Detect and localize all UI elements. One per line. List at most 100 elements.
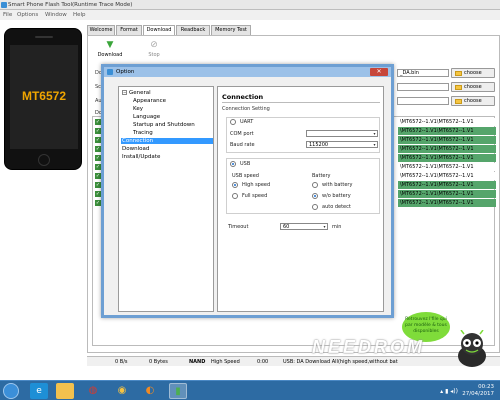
table-row: \MT6572--1.V1\MT6572--1.V1 bbox=[398, 172, 496, 180]
high-speed-radio[interactable] bbox=[232, 182, 238, 188]
da-path-field[interactable]: _DA.bin bbox=[397, 69, 449, 77]
status-rate: 0 B/s bbox=[115, 359, 128, 365]
chevron-down-icon: ▾ bbox=[373, 131, 376, 136]
folder-icon bbox=[455, 85, 462, 90]
menu-window[interactable]: Window bbox=[45, 12, 67, 18]
page-title: Connection bbox=[222, 93, 264, 101]
wo-battery-radio[interactable] bbox=[312, 193, 318, 199]
section-title: Connection Setting bbox=[222, 106, 270, 112]
download-button[interactable]: ▼ Download bbox=[97, 40, 123, 58]
tree-item-install-update[interactable]: Install/Update bbox=[122, 154, 160, 160]
menu-file[interactable]: File bbox=[3, 12, 12, 18]
android-mascot-icon bbox=[458, 330, 486, 367]
tree-item-language[interactable]: Language bbox=[133, 114, 160, 120]
table-row: \MT6572--1.V1\MT6572--1.V1 bbox=[398, 127, 496, 135]
app-icon bbox=[1, 2, 7, 8]
wo-battery-label: w/o battery bbox=[322, 193, 351, 199]
stop-icon: ⊘ bbox=[150, 40, 158, 50]
uart-label: UART bbox=[240, 119, 254, 125]
close-button[interactable]: ✕ bbox=[370, 68, 388, 76]
tree-item-startup[interactable]: Startup and Shutdown bbox=[133, 122, 195, 128]
watermark-logo: NEEDROM bbox=[312, 337, 426, 357]
phone-home-button bbox=[38, 154, 50, 166]
tree-item-general[interactable]: − General bbox=[122, 90, 151, 96]
clock[interactable]: 00:23 27/04/2017 bbox=[462, 384, 494, 398]
menu-help[interactable]: Help bbox=[73, 12, 86, 18]
table-row: \MT6572--1.V1\MT6572--1.V1 bbox=[398, 163, 496, 171]
choose-scatter-button[interactable]: choose bbox=[451, 82, 495, 92]
scatter-path-field[interactable] bbox=[397, 83, 449, 91]
auth-path-field[interactable] bbox=[397, 97, 449, 105]
table-row: \MT6572--1.V1\MT6572--1.V1 bbox=[398, 199, 496, 207]
timeout-unit: min bbox=[332, 224, 342, 230]
tree-item-download[interactable]: Download bbox=[122, 146, 149, 152]
connection-page: Connection Connection Setting UART COM p… bbox=[217, 86, 384, 312]
tree-item-connection[interactable]: Connection bbox=[121, 138, 213, 144]
tree-item-key[interactable]: Key bbox=[133, 106, 143, 112]
status-bar: 0 B/s 0 Bytes NAND High Speed 0:00 USB: … bbox=[87, 356, 500, 366]
choose-label: choose bbox=[464, 98, 482, 104]
status-nand: NAND bbox=[189, 359, 206, 365]
phone-image: MT6572 bbox=[4, 28, 82, 170]
status-info: USB: DA Download All(high speed,without … bbox=[283, 359, 398, 365]
uart-radio[interactable] bbox=[230, 119, 236, 125]
divider bbox=[222, 102, 380, 103]
collapse-icon[interactable]: − bbox=[122, 90, 127, 95]
chip-label: MT6572 bbox=[21, 89, 67, 103]
dialog-titlebar[interactable]: Option ✕ bbox=[104, 67, 391, 77]
status-speed: High Speed bbox=[211, 359, 240, 365]
auto-detect-radio[interactable] bbox=[312, 204, 318, 210]
tab-format[interactable]: Format bbox=[116, 25, 142, 35]
start-button[interactable] bbox=[3, 383, 19, 399]
flash-tool-taskbar-icon[interactable]: ▮ bbox=[169, 383, 187, 399]
choose-label: choose bbox=[464, 70, 482, 76]
tree-item-tracing[interactable]: Tracing bbox=[133, 130, 153, 136]
folder-icon bbox=[455, 71, 462, 76]
app-titlebar: Smart Phone Flash Tool(Runtime Trace Mod… bbox=[0, 0, 500, 10]
dialog-title: Option bbox=[116, 69, 135, 75]
baud-rate-select[interactable]: 115200 ▾ bbox=[306, 141, 378, 148]
firefox-icon[interactable]: ◐ bbox=[141, 383, 159, 399]
usb-label: USB bbox=[240, 161, 251, 167]
choose-da-button[interactable]: choose bbox=[451, 68, 495, 78]
status-time: 0:00 bbox=[257, 359, 269, 365]
high-speed-label: High speed bbox=[242, 182, 271, 188]
tab-readback[interactable]: Readback bbox=[176, 25, 210, 35]
dialog-icon bbox=[107, 69, 113, 75]
ie-icon[interactable]: e bbox=[30, 383, 48, 399]
tree-item-appearance[interactable]: Appearance bbox=[133, 98, 166, 104]
app-title: Smart Phone Flash Tool(Runtime Trace Mod… bbox=[8, 2, 133, 8]
table-row: \MT6572--1.V1\MT6572--1.V1 bbox=[398, 136, 496, 144]
clock-time: 00:23 bbox=[478, 384, 494, 390]
menu-bar: File Options Window Help bbox=[0, 10, 500, 20]
tree-item-general-label: General bbox=[129, 90, 151, 96]
download-arrow-icon: ▼ bbox=[106, 40, 114, 50]
choose-label: choose bbox=[464, 84, 482, 90]
folder-icon bbox=[455, 99, 462, 104]
full-speed-label: Full speed bbox=[242, 193, 268, 199]
chevron-down-icon: ▾ bbox=[373, 142, 376, 147]
timeout-value: 60 bbox=[283, 224, 290, 230]
chrome-icon[interactable]: ◉ bbox=[113, 383, 131, 399]
table-row: \MT6572--1.V1\MT6572--1.V1 bbox=[398, 154, 496, 162]
table-row: \MT6572--1.V1\MT6572--1.V1 bbox=[398, 190, 496, 198]
stop-label: Stop bbox=[148, 52, 160, 58]
timeout-select[interactable]: 60 ▾ bbox=[280, 223, 328, 230]
full-speed-radio[interactable] bbox=[232, 193, 238, 199]
globe-icon[interactable]: ◍ bbox=[84, 383, 102, 399]
com-port-select[interactable]: ▾ bbox=[306, 130, 378, 137]
menu-options[interactable]: Options bbox=[17, 12, 38, 18]
usb-radio[interactable] bbox=[230, 161, 236, 167]
file-explorer-icon[interactable] bbox=[56, 383, 74, 399]
usb-speed-label: USB speed bbox=[232, 173, 259, 179]
baud-rate-value: 115200 bbox=[309, 142, 329, 148]
clock-date: 27/04/2017 bbox=[462, 391, 494, 397]
tab-memory-test[interactable]: Memory Test bbox=[211, 25, 251, 35]
stop-button[interactable]: ⊘ Stop bbox=[141, 40, 167, 58]
choose-auth-button[interactable]: choose bbox=[451, 96, 495, 106]
table-row: \MT6572--1.V1\MT6572--1.V1 bbox=[398, 181, 496, 189]
system-tray-icons[interactable]: ▴ ▮ ◂)) bbox=[440, 388, 458, 395]
tab-welcome[interactable]: Welcome bbox=[87, 25, 115, 35]
with-battery-radio[interactable] bbox=[312, 182, 318, 188]
table-row: \MT6572--1.V1\MT6572--1.V1 bbox=[398, 118, 496, 126]
